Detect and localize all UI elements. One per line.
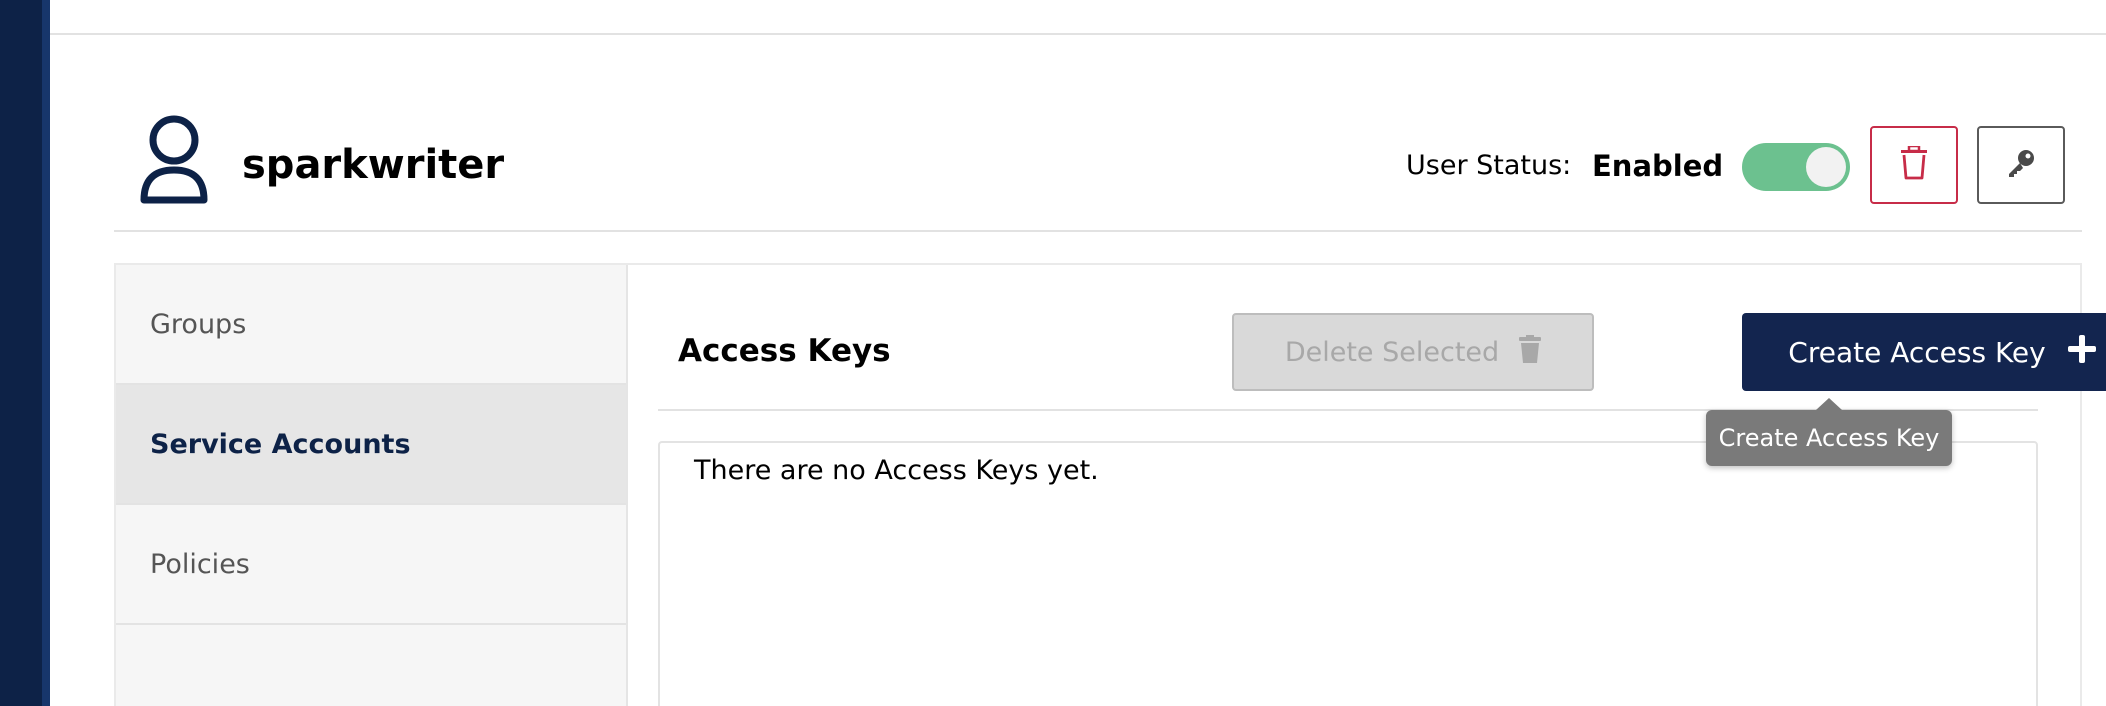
plus-icon bbox=[2067, 334, 2096, 370]
user-status-label: User Status: bbox=[1406, 150, 1572, 181]
change-password-button[interactable] bbox=[1977, 126, 2065, 204]
delete-user-button[interactable] bbox=[1870, 126, 1958, 204]
create-access-key-tooltip: Create Access Key bbox=[1706, 398, 1952, 466]
trash-icon bbox=[1899, 144, 1929, 184]
side-menu: Groups Service Accounts Policies bbox=[116, 265, 628, 706]
delete-selected-label: Delete Selected bbox=[1284, 336, 1500, 368]
access-keys-list: There are no Access Keys yet. bbox=[658, 441, 2038, 706]
menu-item-groups[interactable]: Groups bbox=[116, 265, 626, 385]
create-access-key-label: Create Access Key bbox=[1788, 335, 2046, 369]
toggle-knob bbox=[1806, 147, 1846, 187]
create-access-key-button[interactable]: Create Access Key bbox=[1742, 313, 2106, 391]
left-navigation-rail bbox=[0, 0, 50, 706]
menu-item-service-accounts[interactable]: Service Accounts bbox=[116, 385, 626, 505]
user-status-value: Enabled bbox=[1592, 149, 1724, 183]
access-keys-section: Access Keys Delete Selected Create Acces… bbox=[628, 265, 2106, 706]
header-divider bbox=[114, 230, 2082, 232]
user-icon bbox=[138, 114, 210, 206]
section-title: Access Keys bbox=[678, 333, 891, 369]
user-status-toggle[interactable] bbox=[1742, 143, 1850, 191]
menu-item-policies[interactable]: Policies bbox=[116, 505, 626, 625]
key-icon bbox=[2005, 147, 2037, 183]
user-name-title: sparkwriter bbox=[242, 142, 505, 188]
delete-selected-button[interactable]: Delete Selected bbox=[1232, 313, 1594, 391]
top-divider bbox=[50, 33, 2106, 35]
trash-icon bbox=[1519, 334, 1542, 370]
empty-list-message: There are no Access Keys yet. bbox=[694, 455, 1099, 486]
user-details-panel: Groups Service Accounts Policies Access … bbox=[114, 263, 2106, 706]
